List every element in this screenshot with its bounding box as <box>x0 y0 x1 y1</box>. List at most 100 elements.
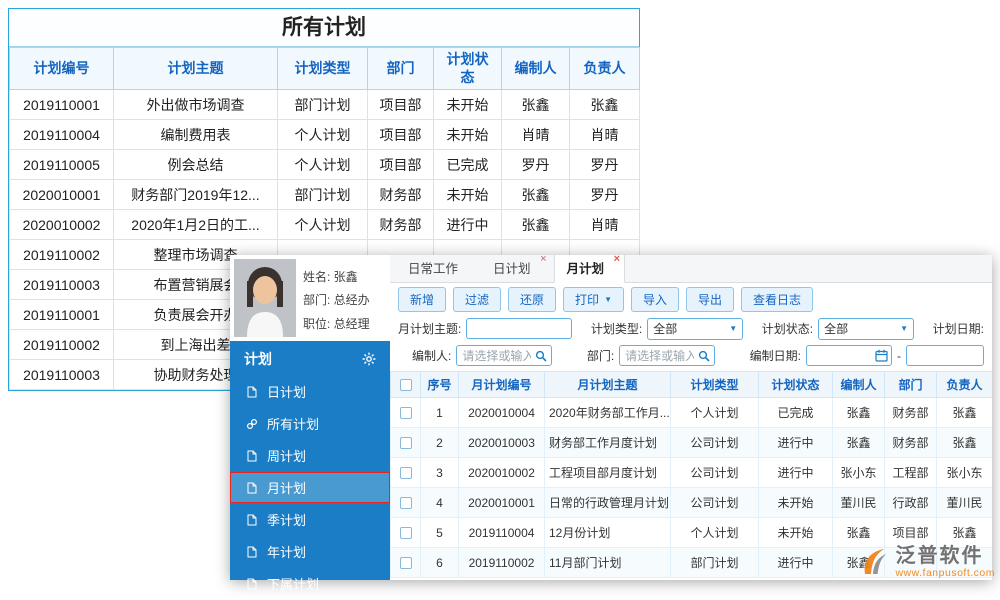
cell-plan-status: 未开始 <box>434 90 502 120</box>
watermark-url: www.fanpusoft.com <box>895 567 995 579</box>
plan-subject-link[interactable]: 12月份计划 <box>545 518 671 548</box>
owner-link[interactable]: 张鑫 <box>937 398 993 428</box>
plan-subject-link[interactable]: 2020年财务部工作月... <box>545 398 671 428</box>
owner-link[interactable]: 张小东 <box>937 458 993 488</box>
plan-subject-link[interactable]: 财务部工作月度计划 <box>545 428 671 458</box>
sidebar-item-all-plans[interactable]: 所有计划 <box>230 408 390 439</box>
cell-plan-type: 个人计划 <box>278 120 368 150</box>
link-icon <box>246 418 258 430</box>
type-select-value: 全部 <box>653 320 677 337</box>
table-row[interactable]: 3 2020010002 工程项目部月度计划 公司计划 进行中 张小东 工程部 … <box>391 458 993 488</box>
cell-plan-type: 公司计划 <box>671 488 759 518</box>
plan-no-link[interactable]: 2020010004 <box>459 398 545 428</box>
close-icon[interactable]: × <box>614 255 620 265</box>
calendar-icon[interactable] <box>875 349 888 362</box>
export-button[interactable]: 导出 <box>686 287 734 312</box>
sidebar-item-quarterly-plan[interactable]: 季计划 <box>230 504 390 535</box>
cell-compiler: 张鑫 <box>502 210 570 240</box>
gear-icon[interactable] <box>362 352 376 366</box>
row-checkbox[interactable] <box>400 437 412 449</box>
tab-daily-work[interactable]: 日常工作 <box>396 255 478 282</box>
type-select[interactable]: 全部 ▼ <box>647 318 743 340</box>
table-row[interactable]: 2019110001 外出做市场调查 部门计划 项目部 未开始 张鑫 张鑫 <box>10 90 640 120</box>
col-select <box>391 372 421 398</box>
col-compiler: 编制人 <box>502 48 570 90</box>
restore-button[interactable]: 还原 <box>508 287 556 312</box>
plan-no-link[interactable]: 2020010002 <box>459 458 545 488</box>
col-plan-status: 计划状态 <box>759 372 833 398</box>
plan-no-link[interactable]: 2019110004 <box>459 518 545 548</box>
cell-plan-no: 2019110001 <box>10 300 114 330</box>
cell-plan-status: 进行中 <box>759 428 833 458</box>
sidebar-item-subordinate-plan[interactable]: 下属计划 <box>230 568 390 599</box>
compiler-filter-label: 编制人: <box>412 347 451 364</box>
cell-plan-no: 2019110005 <box>10 150 114 180</box>
row-checkbox[interactable] <box>400 497 412 509</box>
table-row[interactable]: 2020010002 2020年1月2日的工... 个人计划 财务部 进行中 张… <box>10 210 640 240</box>
button-label: 查看日志 <box>753 291 801 308</box>
filter-button[interactable]: 过滤 <box>453 287 501 312</box>
col-owner: 负责人 <box>570 48 640 90</box>
compiler-link[interactable]: 张鑫 <box>833 398 885 428</box>
row-checkbox[interactable] <box>400 407 412 419</box>
compile-date-filter-label: 编制日期: <box>750 347 801 364</box>
table-row[interactable]: 2019110004 编制费用表 个人计划 项目部 未开始 肖晴 肖晴 <box>10 120 640 150</box>
table-row[interactable]: 2020010001 财务部门2019年12... 部门计划 财务部 未开始 张… <box>10 180 640 210</box>
sidebar-item-weekly-plan[interactable]: 周计划 <box>230 440 390 471</box>
cell-plan-status: 未开始 <box>434 180 502 210</box>
compiler-link[interactable]: 张小东 <box>833 458 885 488</box>
plan-no-link[interactable]: 2020010001 <box>459 488 545 518</box>
cell-owner: 肖晴 <box>570 120 640 150</box>
plan-subject-link[interactable]: 工程项目部月度计划 <box>545 458 671 488</box>
sidebar-item-yearly-plan[interactable]: 年计划 <box>230 536 390 567</box>
sidebar-item-daily-plan[interactable]: 日计划 <box>230 376 390 407</box>
cell-plan-status: 进行中 <box>759 458 833 488</box>
compiler-link[interactable]: 董川民 <box>833 488 885 518</box>
subject-filter-input[interactable] <box>466 318 572 339</box>
sidebar-section-title: 计划 <box>244 349 272 369</box>
status-select-value: 全部 <box>824 320 848 337</box>
cell-compiler: 张鑫 <box>502 180 570 210</box>
row-checkbox[interactable] <box>400 557 412 569</box>
cell-plan-type: 部门计划 <box>278 90 368 120</box>
cell-plan-no: 2019110003 <box>10 360 114 390</box>
cell-plan-subject: 外出做市场调查 <box>114 90 278 120</box>
tab-monthly-plan[interactable]: 月计划 × <box>554 255 626 283</box>
table-row[interactable]: 5 2019110004 12月份计划 个人计划 未开始 张鑫 项目部 张鑫 <box>391 518 993 548</box>
row-checkbox[interactable] <box>400 527 412 539</box>
plan-no-link[interactable]: 2019110002 <box>459 548 545 578</box>
tab-label: 月计划 <box>567 262 605 276</box>
plan-subject-link[interactable]: 11月部门计划 <box>545 548 671 578</box>
table-row[interactable]: 2 2020010003 财务部工作月度计划 公司计划 进行中 张鑫 财务部 张… <box>391 428 993 458</box>
print-button[interactable]: 打印 ▼ <box>563 287 624 312</box>
owner-link[interactable]: 张鑫 <box>937 518 993 548</box>
plan-subject-link[interactable]: 日常的行政管理月计划 <box>545 488 671 518</box>
owner-link[interactable]: 张鑫 <box>937 428 993 458</box>
status-select[interactable]: 全部 ▼ <box>818 318 914 340</box>
row-checkbox[interactable] <box>400 467 412 479</box>
owner-link[interactable]: 董川民 <box>937 488 993 518</box>
add-button[interactable]: 新增 <box>398 287 446 312</box>
table-row[interactable]: 4 2020010001 日常的行政管理月计划 公司计划 未开始 董川民 行政部… <box>391 488 993 518</box>
close-icon[interactable]: × <box>540 255 546 265</box>
plan-no-link[interactable]: 2020010003 <box>459 428 545 458</box>
cell-compiler: 张鑫 <box>502 90 570 120</box>
select-all-checkbox[interactable] <box>400 379 412 391</box>
cell-plan-type: 个人计划 <box>278 150 368 180</box>
table-row[interactable]: 2019110005 例会总结 个人计划 项目部 已完成 罗丹 罗丹 <box>10 150 640 180</box>
view-log-button[interactable]: 查看日志 <box>741 287 813 312</box>
search-icon[interactable] <box>698 350 710 362</box>
cell-index: 6 <box>421 548 459 578</box>
import-button[interactable]: 导入 <box>631 287 679 312</box>
search-icon[interactable] <box>535 350 547 362</box>
compiler-link[interactable]: 张鑫 <box>833 518 885 548</box>
tab-daily-plan[interactable]: 日计划 × <box>481 255 551 282</box>
user-profile: 姓名: 张鑫 部门: 总经办 职位: 总经理 <box>230 255 390 341</box>
table-row[interactable]: 1 2020010004 2020年财务部工作月... 个人计划 已完成 张鑫 … <box>391 398 993 428</box>
cell-index: 4 <box>421 488 459 518</box>
sidebar-item-monthly-plan[interactable]: 月计划 <box>230 472 390 503</box>
cell-plan-no: 2019110004 <box>10 120 114 150</box>
watermark: 泛普软件 www.fanpusoft.com <box>859 545 995 579</box>
compile-date-end-input[interactable] <box>906 345 984 366</box>
compiler-link[interactable]: 张鑫 <box>833 428 885 458</box>
